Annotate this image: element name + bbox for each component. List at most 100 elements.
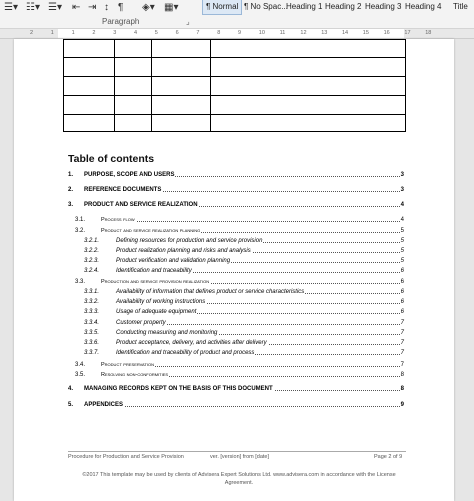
toc-entry-text: Product and service realization planning <box>101 226 202 236</box>
toc-entry[interactable]: 3.3.2. Availability of working instructio… <box>14 297 404 307</box>
toc-entry[interactable]: 3.3.4. Customer property 7 <box>14 318 404 328</box>
toc-entry-page: 8 <box>399 384 404 394</box>
toc-entry[interactable]: 1. PURPOSE, SCOPE AND USERS 3 <box>14 170 404 180</box>
toc-entry-number: 3.3. <box>75 279 86 285</box>
style-item[interactable]: Heading 2 <box>322 0 364 14</box>
document-table[interactable] <box>63 39 406 132</box>
ruler-tick-label: 14 <box>342 30 349 36</box>
ruler-tick-label: 4 <box>134 30 138 36</box>
toc-entry-text: Customer property <box>116 318 167 328</box>
toc-entry-page: 7 <box>399 328 404 338</box>
ruler-text-area <box>58 29 404 38</box>
toc-entry[interactable]: 3.3.3. Usage of adequate equipment 6 <box>14 307 404 317</box>
document-page[interactable]: Table of contents 1. PURPOSE, SCOPE AND U… <box>14 39 454 501</box>
ruler-tick-label: 15 <box>362 30 369 36</box>
bullets-icon[interactable]: ☰▾ <box>4 1 18 14</box>
toc-entry[interactable]: 3.3.6. Product acceptance, delivery, and … <box>14 338 404 348</box>
footer-page-number: Page 2 of 9 <box>374 454 403 460</box>
toc-entry-number: 1. <box>68 172 74 178</box>
pilcrow-icon[interactable]: ¶ <box>118 1 123 14</box>
toc-entry[interactable]: 3.2.2. Product realization planning and r… <box>14 246 404 256</box>
toc-entry-number: 3.3.6. <box>84 340 100 346</box>
toc-entry-number: 3. <box>68 202 74 208</box>
toc-heading: Table of contents <box>68 153 155 165</box>
toc-entry-text: Identification and traceability of produ… <box>116 348 256 358</box>
toc-entry-number: 3.2.1. <box>84 238 100 244</box>
ruler-tick-label: 8 <box>217 30 221 36</box>
toc-entry[interactable]: 3.2.1. Defining resources for production … <box>14 236 404 246</box>
toc-entry[interactable]: 3.4. Product preservation 7 <box>14 360 404 370</box>
toc-entry-page: 7 <box>399 318 404 328</box>
toc-leader-dots <box>84 406 400 407</box>
toc-entry[interactable]: 3.3.5. Conducting measuring and monitorin… <box>14 328 404 338</box>
toc-entry-page: 5 <box>399 256 404 266</box>
numbering-icon[interactable]: ☷▾ <box>26 1 40 14</box>
toc-entry[interactable]: 2. REFERENCE DOCUMENTS 3 <box>14 185 404 195</box>
toc-entry[interactable]: 3.2. Product and service realization plan… <box>14 226 404 236</box>
increase-indent-icon[interactable]: ⇥ <box>88 1 96 14</box>
ruler-tick-label: 13 <box>321 30 328 36</box>
ruler-tick-label: 9 <box>238 30 242 36</box>
multilevel-list-icon[interactable]: ☰▾ <box>48 1 62 14</box>
toc-entry-page: 5 <box>399 236 404 246</box>
toc-entry[interactable]: 4. MANAGING RECORDS KEPT ON THE BASIS OF … <box>14 384 404 394</box>
style-item[interactable]: Heading 1 <box>283 0 325 14</box>
toc-entry-page: 3 <box>399 185 404 195</box>
toc-entry[interactable]: 3.2.4. Identification and traceability 6 <box>14 266 404 276</box>
ruler-tick-label: 2 <box>92 30 96 36</box>
ruler-tick-label: 10 <box>258 30 265 36</box>
style-item[interactable]: Heading 4 <box>402 0 444 14</box>
horizontal-ruler[interactable]: 2 1 1 2 3 4 5 6 7 8 9 10 11 12 13 14 15 16 17 18 <box>0 29 474 39</box>
style-item[interactable]: Title <box>450 0 471 14</box>
toc-entry-number: 3.3.2. <box>84 299 100 305</box>
toc-entry-page: 7 <box>399 338 404 348</box>
paragraph-group-label: Paragraph <box>102 17 140 26</box>
toc-entry-number: 5. <box>68 402 74 408</box>
toc-entry-page: 6 <box>399 297 404 307</box>
style-item[interactable]: Heading 3 <box>362 0 404 14</box>
toc-entry-text: Product realization planning and risks a… <box>116 246 252 256</box>
toc-entry[interactable]: 3. PRODUCT AND SERVICE REALIZATION 4 <box>14 200 404 210</box>
toc-entry-text: Identification and traceability <box>116 266 193 276</box>
toc-entry-page: 5 <box>399 246 404 256</box>
toc-entry-number: 3.4. <box>75 362 86 368</box>
toc-entry-text: Conducting measuring and monitoring <box>116 328 219 338</box>
toc-entry-text: Process flow <box>101 215 136 225</box>
dialog-launcher-icon[interactable]: ⌟ <box>186 17 190 26</box>
toc-entry-text: Production and service provision realiza… <box>101 277 211 287</box>
toc-entry-page: 4 <box>399 200 404 210</box>
toc-entry[interactable]: 3.1. Process flow 4 <box>14 215 404 225</box>
toc-entry-text: Product acceptance, delivery, and activi… <box>116 338 268 348</box>
toc-entry[interactable]: 3.3. Production and service provision rea… <box>14 277 404 287</box>
toc-entry-text: MANAGING RECORDS KEPT ON THE BASIS OF TH… <box>84 384 274 394</box>
ruler-tick-label: 12 <box>300 30 307 36</box>
shading-icon[interactable]: ◈▾ <box>142 1 155 14</box>
style-item[interactable]: ¶ Normal <box>202 0 243 15</box>
toc-entry[interactable]: 5. APPENDICES 9 <box>14 400 404 410</box>
toc-entry-text: Usage of adequate equipment <box>116 307 198 317</box>
toc-entry-page: 6 <box>399 307 404 317</box>
toc-entry-number: 3.5. <box>75 372 86 378</box>
toc-entry[interactable]: 3.3.1. Availability of information that d… <box>14 287 404 297</box>
toc-entry-page: 4 <box>399 215 404 225</box>
toc-entry[interactable]: 3.5. Resolving non-conformities 8 <box>14 370 404 380</box>
sort-icon[interactable]: ↕ <box>104 1 109 14</box>
toc-entry-page: 9 <box>399 400 404 410</box>
ruler-tick-label: 3 <box>113 30 117 36</box>
borders-icon[interactable]: ▦▾ <box>164 1 178 14</box>
toc-entry-text: Defining resources for production and se… <box>116 236 264 246</box>
ruler-tick-label: 17 <box>404 30 411 36</box>
ruler-tick-label: 11 <box>279 30 286 36</box>
toc-entry-page: 6 <box>399 277 404 287</box>
footer-copyright: ©2017 This template may be used by clien… <box>82 472 396 486</box>
ruler-tick-label: 2 <box>30 30 34 36</box>
toc-entry[interactable]: 3.2.3. Product verification and validatio… <box>14 256 404 266</box>
toc-entry-page: 6 <box>399 287 404 297</box>
toc-entry-number: 4. <box>68 386 74 392</box>
toc-entry-text: REFERENCE DOCUMENTS <box>84 185 163 195</box>
decrease-indent-icon[interactable]: ⇤ <box>72 1 80 14</box>
toc-entry-number: 2. <box>68 187 74 193</box>
toc-entry[interactable]: 3.3.7. Identification and traceability of… <box>14 348 404 358</box>
ribbon: ☰▾ ☷▾ ☰▾ ⇤ ⇥ ↕ ¶ ◈▾ ▦▾ Paragraph ⌟ ¶ Nor… <box>0 0 474 29</box>
toc-entry-text: PRODUCT AND SERVICE REALIZATION <box>84 200 199 210</box>
